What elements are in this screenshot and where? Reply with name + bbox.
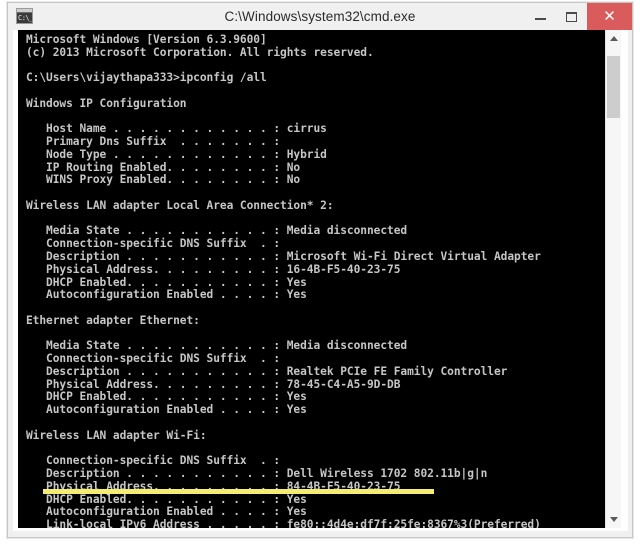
console-line: Wireless LAN adapter Local Area Connecti…	[26, 198, 334, 212]
console-line: Description . . . . . . . . . . . : Real…	[26, 364, 508, 378]
close-button[interactable]: ✕	[587, 3, 632, 30]
console-line: Node Type . . . . . . . . . . . . : Hybr…	[26, 147, 327, 161]
console-line: Primary Dns Suffix . . . . . . . :	[26, 135, 281, 149]
console-line: Physical Address. . . . . . . . . : 16-4…	[26, 262, 401, 276]
cmd-console-icon[interactable]: C:\_	[16, 8, 33, 24]
cmd-window: C:\_ C:\Windows\system32\cmd.exe ✕ Micro…	[7, 2, 633, 538]
window-bottom-edge	[8, 531, 632, 537]
maximize-button[interactable]	[556, 3, 587, 30]
console-line: C:\Users\vijaythapa333>ipconfig /all	[26, 71, 267, 85]
physical-address-highlight	[43, 489, 434, 495]
title-bar[interactable]: C:\_ C:\Windows\system32\cmd.exe ✕	[8, 3, 632, 31]
console-output: Microsoft Windows [Version 6.3.9600] (c) …	[26, 33, 606, 528]
console-line: (c) 2013 Microsoft Corporation. All righ…	[26, 45, 374, 59]
minimize-button[interactable]	[525, 3, 556, 30]
console-frame: Microsoft Windows [Version 6.3.9600] (c) …	[13, 30, 628, 533]
console-line: Wireless LAN adapter Wi-Fi:	[26, 428, 207, 442]
console-screen[interactable]: Microsoft Windows [Version 6.3.9600] (c) …	[18, 30, 621, 528]
console-line: WINS Proxy Enabled. . . . . . . . : No	[26, 173, 301, 187]
console-line: Autoconfiguration Enabled . . . . : Yes	[26, 403, 307, 417]
console-scrollbar[interactable]	[605, 30, 621, 528]
close-icon: ✕	[603, 8, 616, 25]
scrollbar-thumb[interactable]	[607, 56, 620, 118]
console-line: Link-local IPv6 Address . . . . . : fe80…	[26, 518, 541, 528]
icon-prompt-text: C:\_	[18, 14, 33, 22]
console-line: Autoconfiguration Enabled . . . . : Yes	[26, 288, 307, 302]
console-line: Windows IP Configuration	[26, 96, 187, 110]
scroll-down-button[interactable]	[606, 511, 621, 528]
console-line: Connection-specific DNS Suffix . :	[26, 352, 281, 366]
maximize-icon	[566, 11, 577, 22]
console-line: Ethernet adapter Ethernet:	[26, 313, 200, 327]
scroll-up-button[interactable]	[606, 30, 621, 47]
chevron-down-icon	[609, 517, 618, 522]
console-line: Description . . . . . . . . . . . : Micr…	[26, 250, 541, 264]
chevron-up-icon	[609, 36, 618, 41]
caption-button-group: ✕	[525, 3, 632, 30]
console-line: Microsoft Windows [Version 6.3.9600]	[26, 33, 267, 46]
minimize-icon	[535, 17, 546, 20]
console-line: Description . . . . . . . . . . . : Dell…	[26, 467, 488, 481]
